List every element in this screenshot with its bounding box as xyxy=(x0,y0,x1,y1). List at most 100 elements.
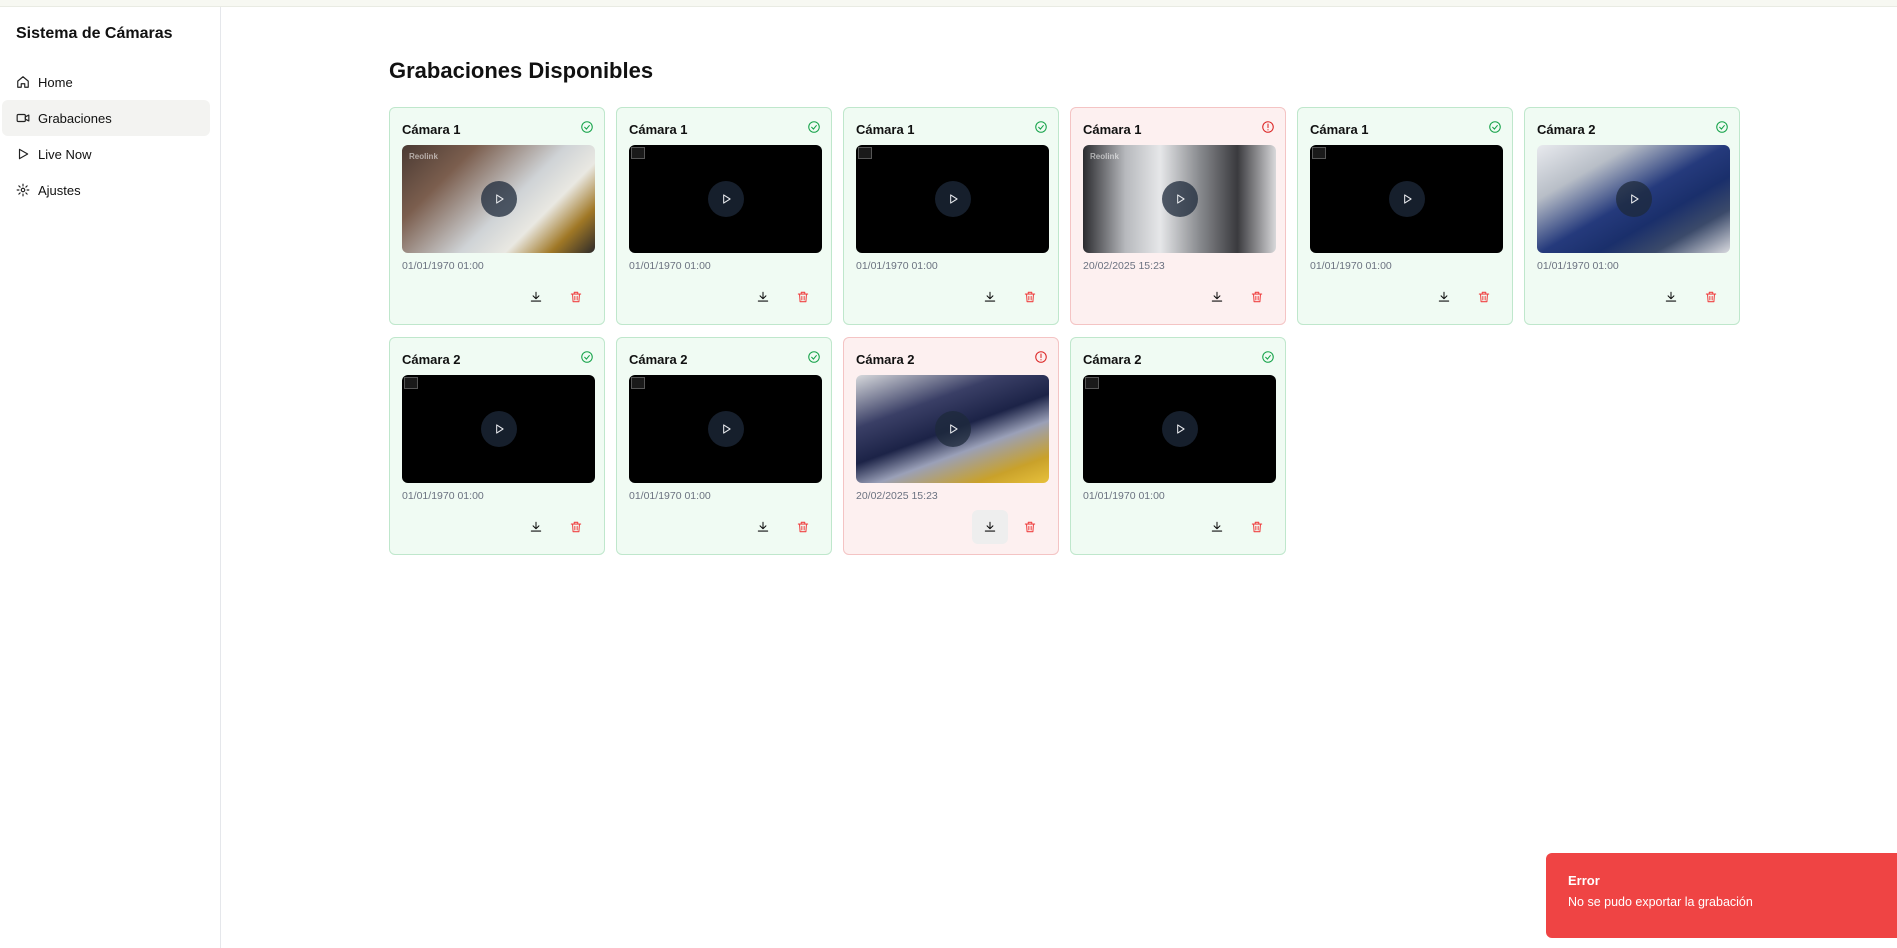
recording-card: Cámara 1 01/01/1970 01:00 xyxy=(843,107,1059,325)
download-icon xyxy=(757,291,769,302)
sidebar-item-live-now[interactable]: Live Now xyxy=(2,136,210,172)
recording-card: Cámara 1 01/01/1970 01:00 xyxy=(1297,107,1513,325)
recording-timestamp: 01/01/1970 01:00 xyxy=(856,260,938,272)
download-button[interactable] xyxy=(1426,280,1462,314)
download-icon xyxy=(984,521,996,532)
main-content: Grabaciones Disponibles Cámara 1 Reolink 0… xyxy=(222,7,1897,948)
gear-icon xyxy=(16,183,30,197)
download-button[interactable] xyxy=(1199,510,1235,544)
app-title: Sistema de Cámaras xyxy=(16,25,173,42)
play-button[interactable] xyxy=(480,411,517,447)
recording-card: Cámara 2 01/01/1970 01:00 xyxy=(1524,107,1740,325)
play-icon xyxy=(722,424,731,434)
delete-button[interactable] xyxy=(1693,280,1729,314)
recording-card: Cámara 1 Reolink 01/01/1970 01:00 xyxy=(389,107,605,325)
delete-button[interactable] xyxy=(1012,280,1048,314)
camera-name: Cámara 2 xyxy=(1083,352,1142,367)
card-header: Cámara 2 xyxy=(402,350,594,369)
delete-button[interactable] xyxy=(785,510,821,544)
play-icon xyxy=(1176,194,1185,204)
download-icon xyxy=(984,291,996,302)
top-border xyxy=(0,0,1897,7)
recording-thumbnail[interactable] xyxy=(856,375,1049,483)
recording-card: Cámara 2 20/02/2025 15:23 xyxy=(843,337,1059,555)
card-actions xyxy=(1426,280,1502,314)
download-button[interactable] xyxy=(1653,280,1689,314)
camera-name: Cámara 2 xyxy=(856,352,915,367)
play-icon xyxy=(495,194,504,204)
recording-thumbnail[interactable]: Reolink xyxy=(402,145,595,253)
delete-button[interactable] xyxy=(558,510,594,544)
recording-timestamp: 20/02/2025 15:23 xyxy=(1083,260,1165,272)
download-button[interactable] xyxy=(972,280,1008,314)
recording-thumbnail[interactable]: Reolink xyxy=(1083,145,1276,253)
recording-timestamp: 01/01/1970 01:00 xyxy=(1083,490,1165,502)
recording-timestamp: 01/01/1970 01:00 xyxy=(629,490,711,502)
sidebar-nav: Home Grabaciones Live Now Ajustes xyxy=(2,64,210,208)
delete-button[interactable] xyxy=(1239,280,1275,314)
recording-thumbnail[interactable] xyxy=(629,375,822,483)
success-status-icon xyxy=(1488,120,1502,139)
delete-button[interactable] xyxy=(558,280,594,314)
card-actions xyxy=(1653,280,1729,314)
download-button[interactable] xyxy=(972,510,1008,544)
play-button[interactable] xyxy=(707,181,744,217)
recording-thumbnail[interactable] xyxy=(1083,375,1276,483)
camera-name: Cámara 1 xyxy=(1083,122,1142,137)
card-actions xyxy=(1199,510,1275,544)
play-button[interactable] xyxy=(1388,181,1425,217)
recording-thumbnail[interactable] xyxy=(856,145,1049,253)
delete-button[interactable] xyxy=(1239,510,1275,544)
recording-card: Cámara 2 01/01/1970 01:00 xyxy=(1070,337,1286,555)
recording-thumbnail[interactable] xyxy=(1537,145,1730,253)
recording-thumbnail[interactable] xyxy=(629,145,822,253)
card-actions xyxy=(745,510,821,544)
success-status-icon xyxy=(807,120,821,139)
download-icon xyxy=(1211,521,1223,532)
download-button[interactable] xyxy=(1199,280,1235,314)
success-status-icon xyxy=(1261,350,1275,369)
recording-thumbnail[interactable] xyxy=(402,375,595,483)
card-header: Cámara 1 xyxy=(856,120,1048,139)
download-icon xyxy=(757,521,769,532)
sidebar-item-grabaciones[interactable]: Grabaciones xyxy=(2,100,210,136)
card-actions xyxy=(518,510,594,544)
delete-button[interactable] xyxy=(1012,510,1048,544)
download-icon xyxy=(530,291,542,302)
card-header: Cámara 1 xyxy=(1310,120,1502,139)
play-button[interactable] xyxy=(1161,181,1198,217)
recording-timestamp: 01/01/1970 01:00 xyxy=(629,260,711,272)
card-header: Cámara 1 xyxy=(1083,120,1275,139)
sidebar-item-home[interactable]: Home xyxy=(2,64,210,100)
delete-button[interactable] xyxy=(785,280,821,314)
error-toast[interactable]: Error No se pudo exportar la grabación xyxy=(1546,853,1897,938)
sidebar-item-ajustes[interactable]: Ajustes xyxy=(2,172,210,208)
download-button[interactable] xyxy=(518,280,554,314)
download-button[interactable] xyxy=(518,510,554,544)
card-actions xyxy=(1199,280,1275,314)
card-actions xyxy=(745,280,821,314)
play-button[interactable] xyxy=(1615,181,1652,217)
card-header: Cámara 1 xyxy=(402,120,594,139)
recording-timestamp: 01/01/1970 01:00 xyxy=(402,260,484,272)
sidebar-item-label: Ajustes xyxy=(38,182,81,198)
camera-name: Cámara 2 xyxy=(1537,122,1596,137)
download-button[interactable] xyxy=(745,280,781,314)
camera-name: Cámara 1 xyxy=(629,122,688,137)
delete-button[interactable] xyxy=(1466,280,1502,314)
play-button[interactable] xyxy=(707,411,744,447)
download-button[interactable] xyxy=(745,510,781,544)
play-icon xyxy=(1403,194,1412,204)
play-button[interactable] xyxy=(934,411,971,447)
success-status-icon xyxy=(807,350,821,369)
recording-thumbnail[interactable] xyxy=(1310,145,1503,253)
recording-timestamp: 20/02/2025 15:23 xyxy=(856,490,938,502)
play-button[interactable] xyxy=(1161,411,1198,447)
play-button[interactable] xyxy=(934,181,971,217)
sidebar-item-label: Live Now xyxy=(38,146,92,162)
camera-brand-watermark: Reolink xyxy=(1090,152,1119,161)
success-status-icon xyxy=(580,350,594,369)
play-button[interactable] xyxy=(480,181,517,217)
play-icon xyxy=(495,424,504,434)
trash-icon xyxy=(1478,291,1490,303)
